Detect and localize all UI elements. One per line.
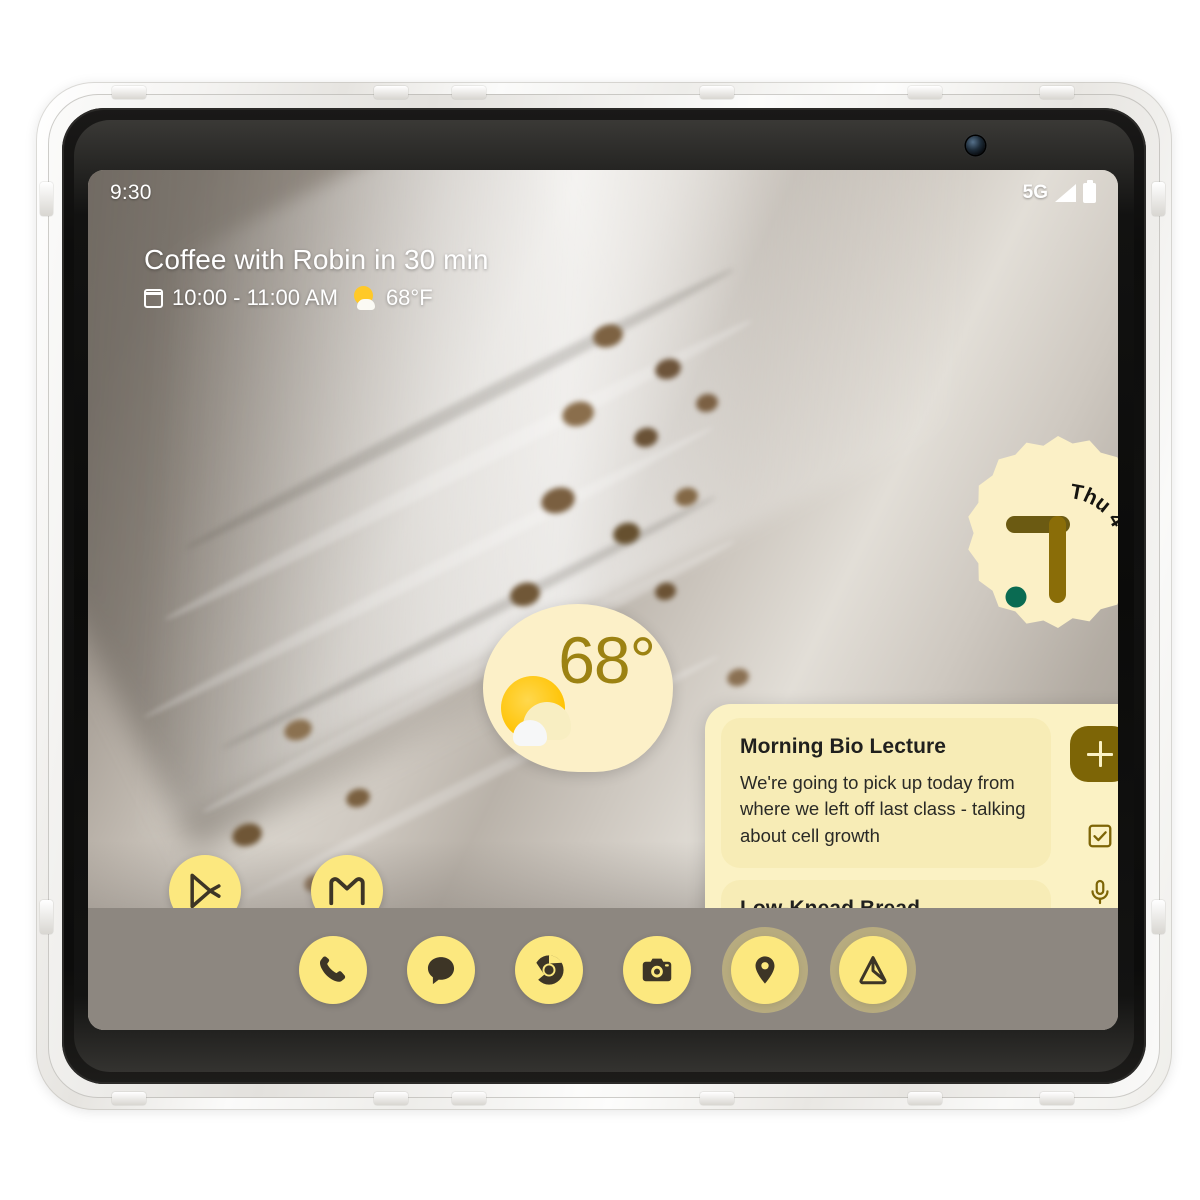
dock-item-camera[interactable] [623, 936, 691, 1004]
dock-item-chrome[interactable] [515, 936, 583, 1004]
maps-pin-icon [755, 956, 775, 984]
battery-full-icon [1083, 180, 1096, 203]
status-clock: 9:30 [110, 181, 152, 204]
clock-widget[interactable]: Thu 4 [958, 432, 1118, 632]
add-note-button[interactable] [1070, 726, 1118, 782]
weather-widget[interactable]: 68° [483, 604, 673, 772]
at-a-glance-details: 10:00 - 11:00 AM 68°F [143, 285, 489, 311]
clock-minute-hand [1049, 516, 1066, 603]
messages-icon [427, 957, 455, 985]
sun-behind-cloud-icon [351, 286, 377, 310]
calendar-icon [143, 288, 164, 308]
new-list-button[interactable] [1086, 808, 1114, 864]
dock [88, 936, 1118, 1004]
screenshot-root: 9:30 5G Coffee with Robin in 30 min 10:0… [0, 0, 1200, 1200]
at-a-glance-title: Coffee with Robin in 30 min [144, 244, 489, 275]
phone-screen: 9:30 5G Coffee with Robin in 30 min 10:0… [88, 170, 1118, 1030]
clock-second-dot [1005, 586, 1027, 608]
note-card[interactable]: Morning Bio Lecture We're going to pick … [721, 718, 1051, 868]
front-camera-icon [966, 136, 985, 155]
note-title: Morning Bio Lecture [740, 735, 947, 758]
status-bar: 9:30 5G [88, 170, 1118, 216]
sun-behind-cloud-icon [501, 676, 583, 758]
glance-temperature: 68°F [385, 285, 433, 310]
chrome-icon [533, 955, 564, 985]
at-a-glance-widget[interactable]: Coffee with Robin in 30 min 10:00 - 11:0… [143, 244, 489, 311]
dock-item-messages[interactable] [407, 936, 475, 1004]
network-type-label: 5G [1022, 182, 1048, 203]
plus-icon [1087, 741, 1113, 767]
phone-icon [319, 956, 346, 982]
dock-item-maps[interactable] [731, 936, 799, 1004]
microphone-icon [1091, 879, 1109, 905]
event-time-range: 10:00 - 11:00 AM [172, 285, 338, 310]
dock-item-home[interactable] [839, 936, 907, 1004]
home-icon [859, 956, 887, 985]
dock-item-phone[interactable] [299, 936, 367, 1004]
signal-bars-icon [1055, 184, 1076, 202]
checkbox-checked-icon [1088, 824, 1112, 848]
status-indicators: 5G [1022, 180, 1096, 204]
note-body: We're going to pick up today from where … [740, 772, 1026, 846]
camera-icon [642, 958, 672, 982]
